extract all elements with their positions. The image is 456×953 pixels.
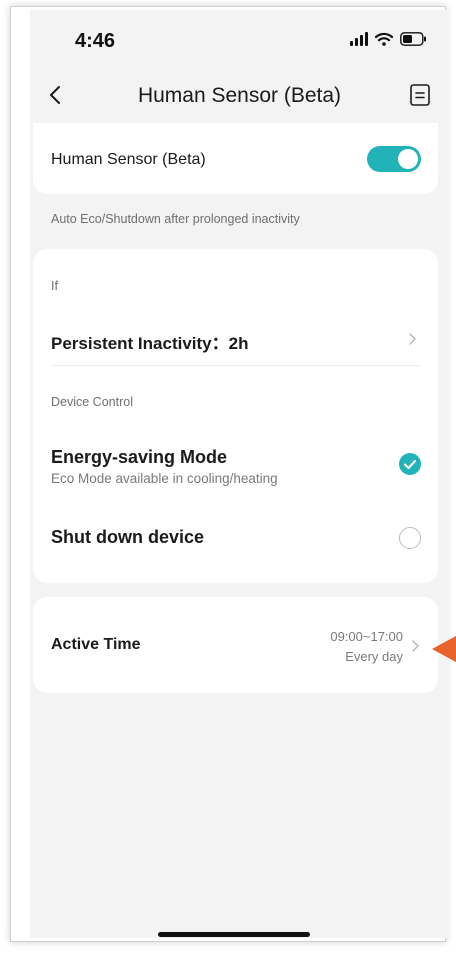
sensor-label: Human Sensor (Beta) — [51, 151, 206, 168]
active-time-row[interactable]: Active Time 09:00~17:00 Every day — [33, 597, 438, 693]
option-subtitle: Eco Mode available in cooling/heating — [51, 471, 278, 486]
annotation-arrow-icon — [430, 634, 456, 664]
battery-icon — [400, 32, 427, 46]
nav-bar: Human Sensor (Beta) — [30, 72, 449, 120]
phone-screen: 4:46 Human Sensor (Beta) Human Sensor (B… — [30, 10, 449, 938]
active-time-range: 09:00~17:00 — [330, 629, 403, 644]
option-energy-saving[interactable]: Energy-saving Mode Eco Mode available in… — [33, 443, 438, 493]
status-bar: 4:46 — [30, 10, 449, 72]
wifi-icon — [375, 32, 393, 46]
option-shut-down[interactable]: Shut down device — [33, 521, 438, 555]
signal-icon — [350, 32, 368, 46]
sensor-hint: Auto Eco/Shutdown after prolonged inacti… — [51, 212, 300, 226]
checkmark-icon[interactable] — [399, 453, 421, 475]
home-indicator — [158, 932, 310, 937]
divider — [51, 365, 420, 366]
chevron-right-icon — [408, 331, 418, 347]
active-time-label: Active Time — [51, 636, 141, 653]
sensor-card: Human Sensor (Beta) — [33, 123, 438, 194]
page-title: Human Sensor (Beta) — [137, 84, 342, 107]
radio-empty-icon[interactable] — [399, 527, 421, 549]
status-time: 4:46 — [75, 30, 116, 52]
chevron-right-icon — [411, 639, 420, 653]
rules-card: If Persistent Inactivity：2h Device Contr… — [33, 249, 438, 583]
toggle-knob — [398, 149, 418, 169]
inactivity-row[interactable]: Persistent Inactivity：2h — [33, 319, 438, 363]
active-time-repeat: Every day — [345, 649, 403, 664]
if-label: If — [51, 279, 58, 293]
device-control-label: Device Control — [51, 395, 133, 409]
document-icon[interactable] — [409, 83, 431, 107]
sensor-toggle[interactable] — [367, 146, 421, 172]
option-title: Energy-saving Mode — [51, 447, 228, 467]
option-title: Shut down device — [51, 527, 205, 547]
status-icons — [350, 32, 427, 46]
inactivity-text: Persistent Inactivity：2h — [51, 334, 249, 353]
